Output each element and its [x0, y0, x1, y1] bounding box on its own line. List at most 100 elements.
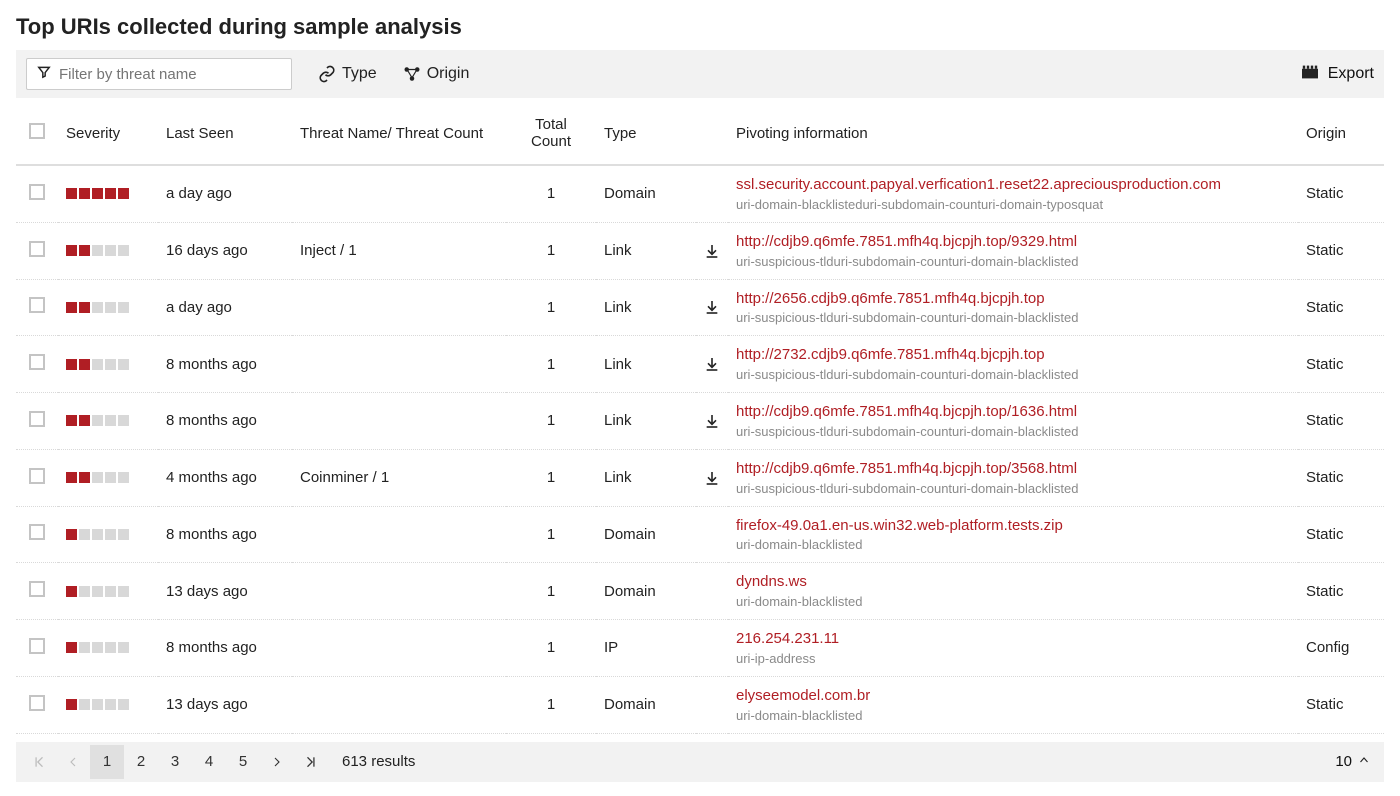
row-checkbox[interactable] [29, 411, 45, 427]
last-seen-cell: 13 days ago [158, 563, 292, 620]
table-row: 8 months ago1Linkhttp://cdjb9.q6mfe.7851… [16, 393, 1384, 450]
origin-cell: Config [1298, 620, 1384, 677]
page-number-button[interactable]: 1 [90, 745, 124, 779]
download-icon[interactable] [704, 243, 720, 259]
table-row: 13 days ago1Domainelyseemodel.com.bruri-… [16, 676, 1384, 733]
last-seen-cell: 8 months ago [158, 506, 292, 563]
total-cell: 1 [506, 620, 596, 677]
download-icon[interactable] [704, 356, 720, 372]
row-checkbox[interactable] [29, 297, 45, 313]
row-checkbox[interactable] [29, 695, 45, 711]
first-page-button[interactable] [22, 745, 56, 779]
export-button[interactable]: Export [1300, 64, 1374, 85]
last-seen-cell: 4 months ago [158, 449, 292, 506]
pivot-tags: uri-domain-blacklisted [736, 537, 1290, 552]
total-cell: 1 [506, 222, 596, 279]
uri-table: Severity Last Seen Threat Name/ Threat C… [16, 102, 1384, 734]
export-label: Export [1328, 65, 1374, 83]
col-type[interactable]: Type [596, 102, 696, 165]
pivot-url[interactable]: firefox-49.0a1.en-us.win32.web-platform.… [736, 517, 1290, 536]
severity-indicator [66, 642, 150, 653]
origin-cell: Static [1298, 336, 1384, 393]
prev-page-button[interactable] [56, 745, 90, 779]
page-title: Top URIs collected during sample analysi… [16, 14, 1384, 40]
severity-indicator [66, 415, 150, 426]
threat-cell [292, 676, 506, 733]
table-row: 16 days agoInject / 11Linkhttp://cdjb9.q… [16, 222, 1384, 279]
row-checkbox[interactable] [29, 468, 45, 484]
chevron-up-icon [1358, 753, 1370, 770]
toolbar: Type Origin Export [16, 50, 1384, 98]
origin-filter-label: Origin [427, 65, 470, 83]
last-seen-cell: 8 months ago [158, 393, 292, 450]
pivot-tags: uri-suspicious-tlduri-subdomain-counturi… [736, 424, 1290, 439]
pivot-url[interactable]: http://cdjb9.q6mfe.7851.mfh4q.bjcpjh.top… [736, 233, 1290, 252]
threat-cell [292, 279, 506, 336]
last-seen-cell: 16 days ago [158, 222, 292, 279]
download-icon[interactable] [704, 299, 720, 315]
row-checkbox[interactable] [29, 524, 45, 540]
pivot-url[interactable]: ssl.security.account.papyal.verfication1… [736, 176, 1290, 195]
col-pivot[interactable]: Pivoting information [728, 102, 1298, 165]
row-checkbox[interactable] [29, 638, 45, 654]
type-cell: Link [596, 393, 696, 450]
page-number-button[interactable]: 5 [226, 745, 260, 779]
filter-input[interactable] [59, 66, 281, 83]
row-checkbox[interactable] [29, 241, 45, 257]
type-filter-button[interactable]: Type [318, 65, 377, 83]
row-checkbox[interactable] [29, 581, 45, 597]
export-icon [1300, 64, 1320, 85]
total-cell: 1 [506, 506, 596, 563]
pivot-url[interactable]: http://cdjb9.q6mfe.7851.mfh4q.bjcpjh.top… [736, 403, 1290, 422]
origin-filter-button[interactable]: Origin [403, 65, 470, 83]
download-icon[interactable] [704, 470, 720, 486]
col-origin[interactable]: Origin [1298, 102, 1384, 165]
last-seen-cell: a day ago [158, 165, 292, 222]
pivot-url[interactable]: http://cdjb9.q6mfe.7851.mfh4q.bjcpjh.top… [736, 460, 1290, 479]
origin-cell: Static [1298, 222, 1384, 279]
total-cell: 1 [506, 165, 596, 222]
page-number-button[interactable]: 2 [124, 745, 158, 779]
per-page-value: 10 [1335, 753, 1352, 770]
pivot-tags: uri-domain-blacklisteduri-subdomain-coun… [736, 197, 1290, 212]
pivot-url[interactable]: elyseemodel.com.br [736, 687, 1290, 706]
severity-indicator [66, 472, 150, 483]
severity-indicator [66, 529, 150, 540]
col-threat[interactable]: Threat Name/ Threat Count [292, 102, 506, 165]
type-cell: IP [596, 620, 696, 677]
page-number-button[interactable]: 4 [192, 745, 226, 779]
total-cell: 1 [506, 449, 596, 506]
row-checkbox[interactable] [29, 354, 45, 370]
threat-cell [292, 620, 506, 677]
pivot-url[interactable]: http://2732.cdjb9.q6mfe.7851.mfh4q.bjcpj… [736, 346, 1290, 365]
pivot-tags: uri-ip-address [736, 651, 1290, 666]
origin-cell: Static [1298, 506, 1384, 563]
next-page-button[interactable] [260, 745, 294, 779]
origin-cell: Static [1298, 279, 1384, 336]
origin-cell: Static [1298, 563, 1384, 620]
pivot-tags: uri-domain-blacklisted [736, 708, 1290, 723]
pivot-url[interactable]: dyndns.ws [736, 573, 1290, 592]
last-page-button[interactable] [294, 745, 328, 779]
pivot-tags: uri-suspicious-tlduri-subdomain-counturi… [736, 367, 1290, 382]
col-last-seen[interactable]: Last Seen [158, 102, 292, 165]
page-number-button[interactable]: 3 [158, 745, 192, 779]
total-cell: 1 [506, 336, 596, 393]
pivot-url[interactable]: 216.254.231.11 [736, 630, 1290, 649]
threat-cell [292, 165, 506, 222]
origin-cell: Static [1298, 676, 1384, 733]
col-total[interactable]: Total Count [506, 102, 596, 165]
filter-input-wrap[interactable] [26, 58, 292, 90]
download-icon[interactable] [704, 413, 720, 429]
type-cell: Link [596, 222, 696, 279]
last-seen-cell: a day ago [158, 279, 292, 336]
per-page-selector[interactable]: 10 [1335, 753, 1378, 770]
pivot-url[interactable]: http://2656.cdjb9.q6mfe.7851.mfh4q.bjcpj… [736, 290, 1290, 309]
type-cell: Link [596, 336, 696, 393]
origin-cell: Static [1298, 449, 1384, 506]
row-checkbox[interactable] [29, 184, 45, 200]
col-severity[interactable]: Severity [58, 102, 158, 165]
select-all-checkbox[interactable] [29, 123, 45, 139]
severity-indicator [66, 699, 150, 710]
total-cell: 1 [506, 279, 596, 336]
